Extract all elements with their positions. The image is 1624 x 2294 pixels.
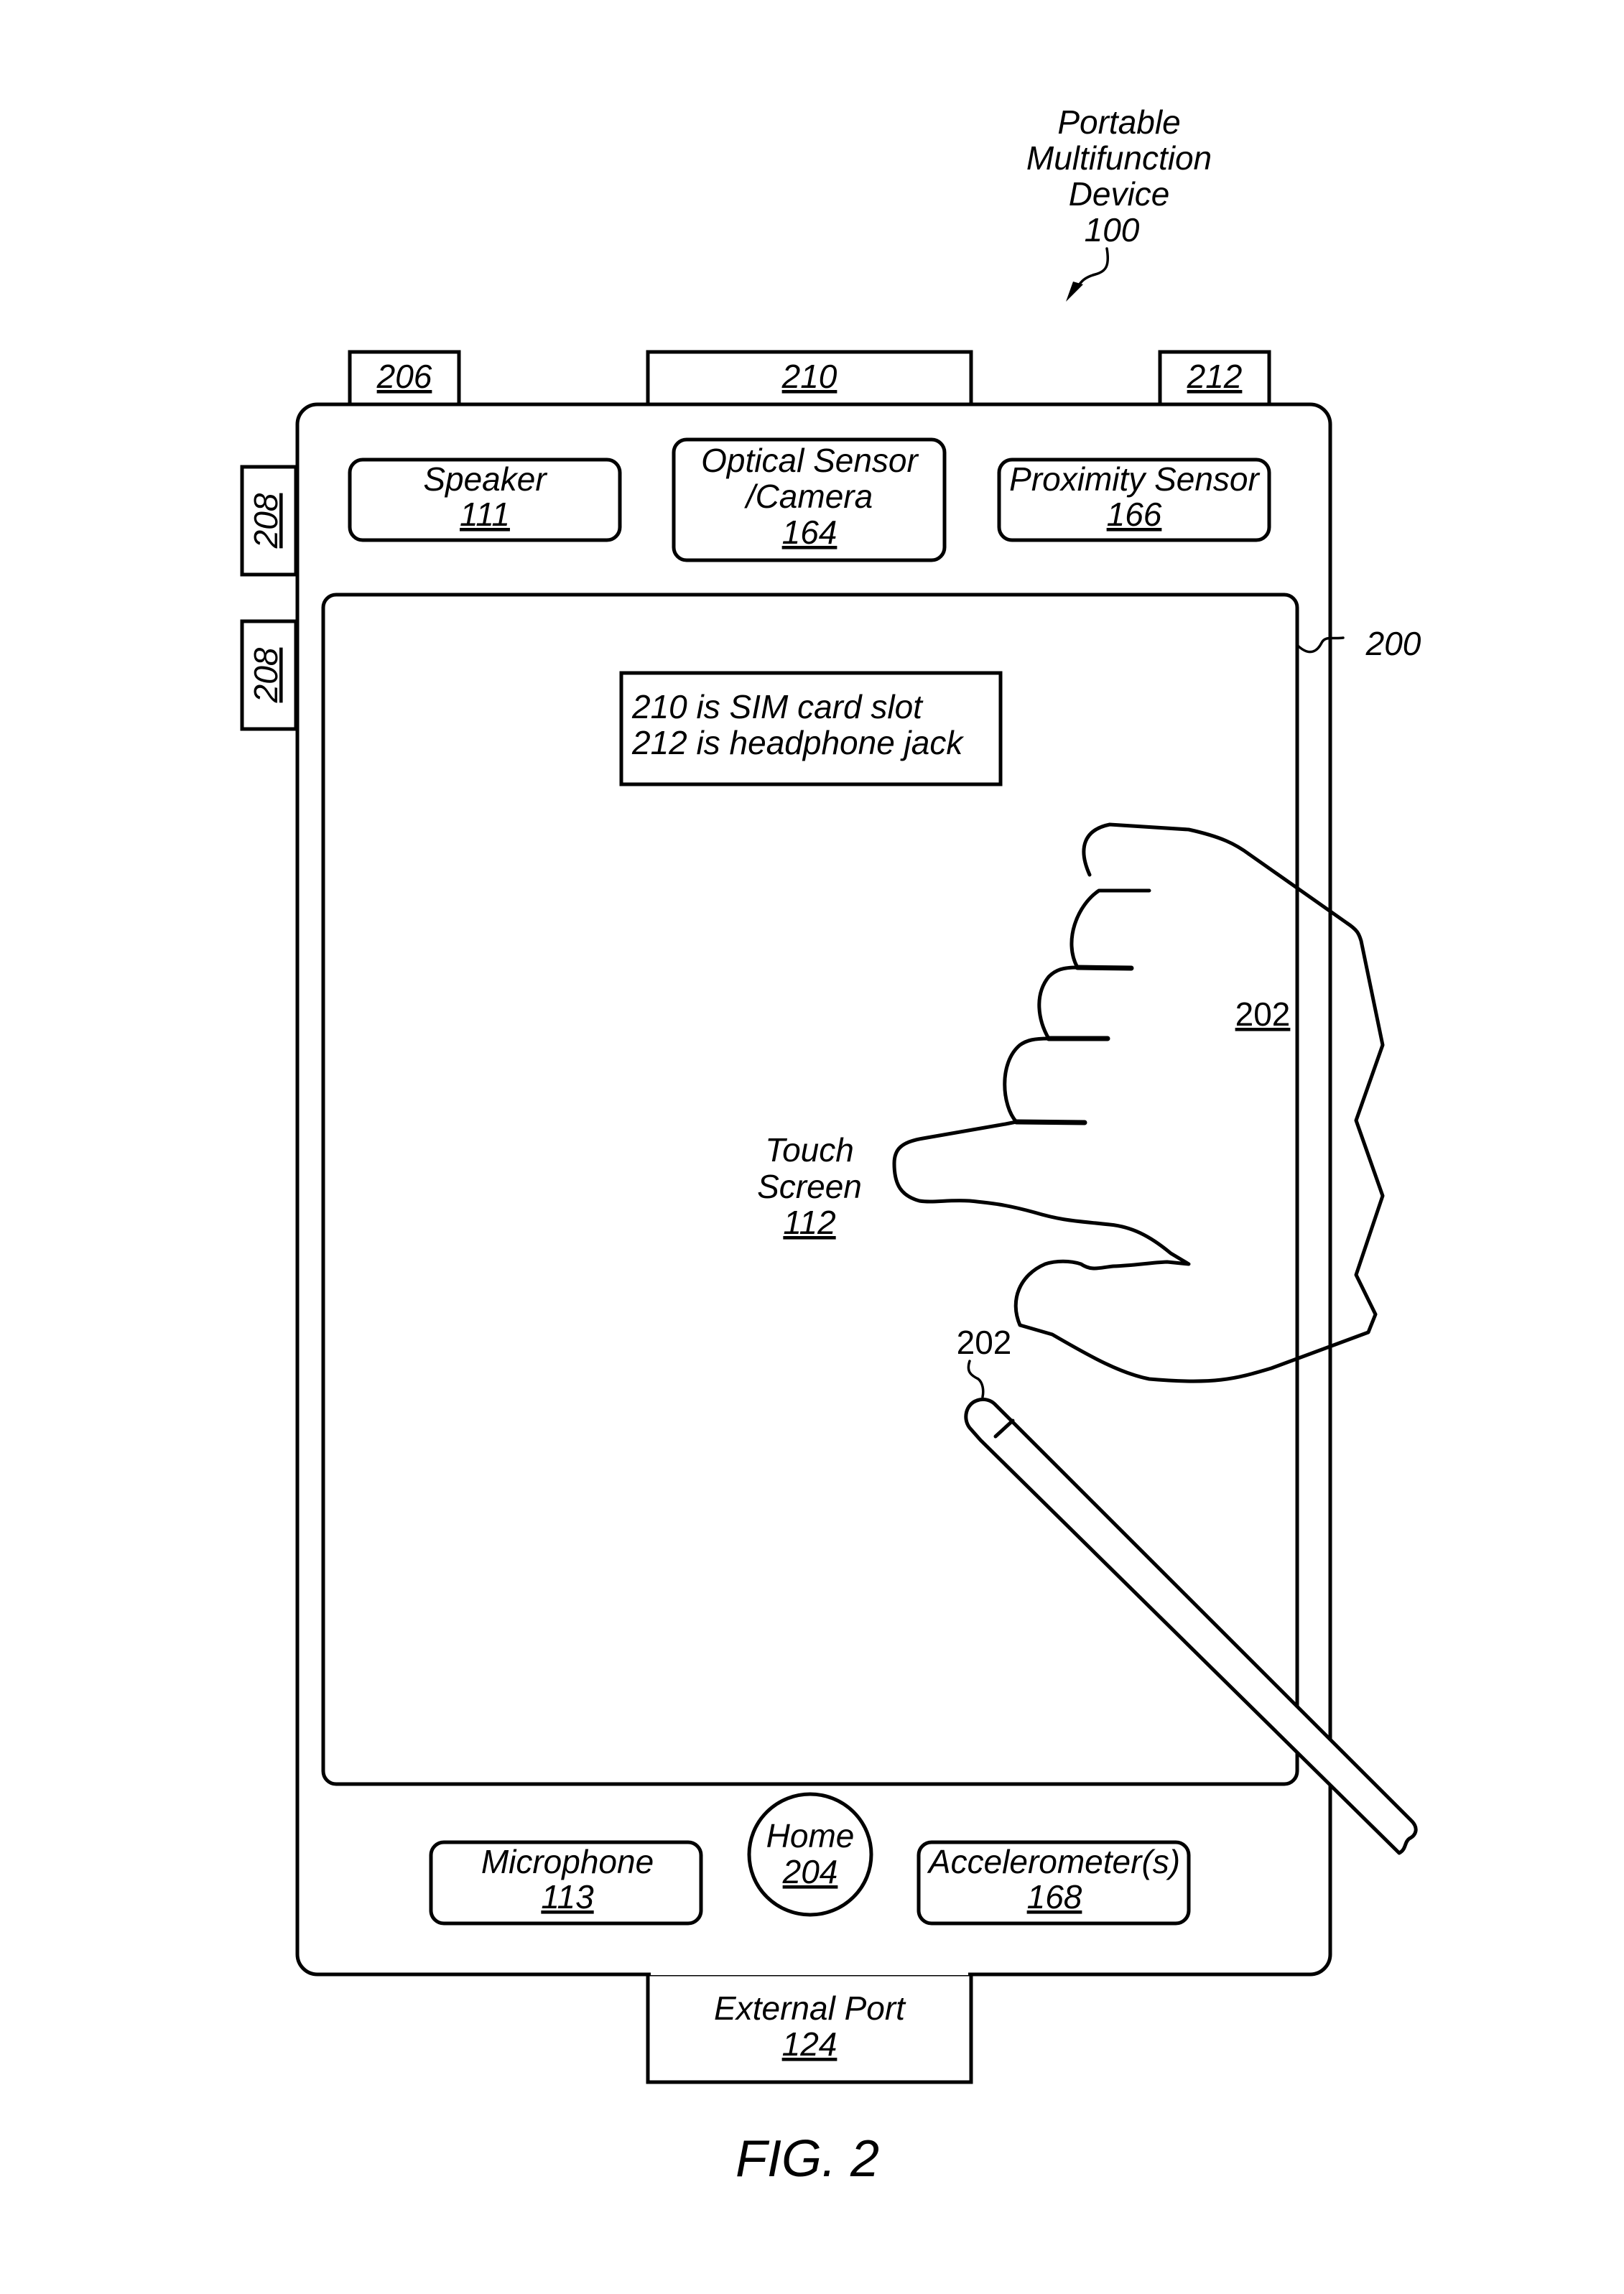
housing-bottom-edge-mask <box>651 1972 968 1975</box>
external-port-ref: 124 <box>782 2025 837 2063</box>
figure-caption: FIG. 2 <box>736 2130 879 2188</box>
port-206-ref: 206 <box>376 358 432 395</box>
microphone-label: Microphone <box>481 1843 654 1880</box>
device-title-line-2: Multifunction <box>1026 139 1212 177</box>
device-title-line-3: Device <box>1069 175 1170 213</box>
housing-ref-200: 200 <box>1365 625 1421 662</box>
microphone-ref: 113 <box>541 1878 594 1915</box>
hand-ref: 202 <box>1235 995 1291 1033</box>
sim-slot-210-ref: 210 <box>781 358 837 395</box>
home-button-ref: 204 <box>782 1853 838 1890</box>
note-line-2: 212 is headphone jack <box>631 724 964 761</box>
accelerometer-ref: 168 <box>1027 1878 1082 1915</box>
proximity-sensor-ref: 166 <box>1107 496 1162 533</box>
touch-screen-ref: 112 <box>783 1204 835 1241</box>
optical-sensor-ref: 164 <box>782 514 837 551</box>
device-title-line-1: Portable <box>1057 103 1180 141</box>
speaker-label: Speaker <box>423 460 547 498</box>
arrowhead-icon <box>1066 282 1083 302</box>
accelerometer-label: Accelerometer(s) <box>927 1843 1180 1880</box>
external-port-label: External Port <box>714 1989 906 2027</box>
optical-sensor-label-1: Optical Sensor <box>701 442 919 479</box>
optical-sensor-label-2: /Camera <box>744 478 873 515</box>
device-title-label: Portable Multifunction Device 100 <box>1026 103 1212 302</box>
patent-figure: Portable Multifunction Device 100 206 21… <box>240 103 1421 2188</box>
headphone-jack-212-ref: 212 <box>1187 358 1243 395</box>
touch-screen-label-1: Touch <box>765 1131 854 1169</box>
leader-arrow-icon <box>1076 247 1110 289</box>
side-button-208-top-ref: 208 <box>247 493 284 549</box>
side-button-208-bottom-ref: 208 <box>247 647 284 703</box>
stylus-ref: 202 <box>957 1324 1012 1361</box>
device-ref-number: 100 <box>1085 211 1140 249</box>
touch-screen-label-2: Screen <box>757 1168 862 1205</box>
speaker-ref: 111 <box>460 496 510 533</box>
proximity-sensor-label: Proximity Sensor <box>1009 460 1260 498</box>
home-button-label: Home <box>766 1817 855 1854</box>
note-line-1: 210 is SIM card slot <box>631 688 924 725</box>
